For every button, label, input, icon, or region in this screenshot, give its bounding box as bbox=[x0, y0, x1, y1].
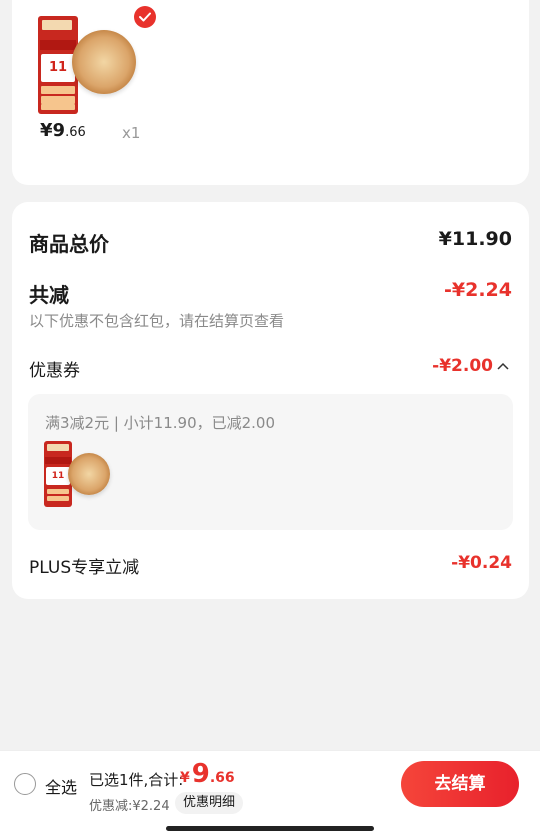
price-summary-card: 商品总价 ¥11.90 共减 -¥2.24 以下优惠不包含红包，请在结算页查看 … bbox=[12, 202, 529, 599]
coupon-product-thumbnail[interactable]: 11 bbox=[44, 441, 112, 509]
selected-count-text: 已选1件,合计: bbox=[89, 771, 184, 789]
discount-amount-text: 优惠减:¥2.24 bbox=[89, 799, 170, 814]
home-indicator bbox=[166, 826, 374, 831]
coupon-label: 优惠券 bbox=[29, 361, 80, 381]
select-all-label[interactable]: 全选 bbox=[45, 774, 77, 798]
product-food-image bbox=[72, 30, 136, 94]
product-thumbnail[interactable]: 11 bbox=[38, 6, 156, 116]
select-all-radio[interactable] bbox=[14, 773, 36, 795]
coupon-value: -¥2.00 bbox=[432, 356, 493, 376]
reduce-label: 共减 bbox=[29, 283, 69, 307]
package-price-text: 11 bbox=[41, 54, 75, 82]
coupon-detail-panel: 满3减2元 | 小计11.90，已减2.00 11 bbox=[28, 394, 513, 530]
package-price-text: 11 bbox=[46, 467, 70, 485]
plus-discount-label: PLUS专享立减 bbox=[29, 558, 140, 578]
checkout-button[interactable]: 去结算 bbox=[401, 761, 519, 807]
product-price: ¥9.66 bbox=[40, 120, 86, 141]
total-label: 商品总价 bbox=[29, 232, 109, 256]
check-icon[interactable] bbox=[134, 6, 156, 28]
total-value: ¥11.90 bbox=[438, 228, 512, 250]
reduce-hint: 以下优惠不包含红包，请在结算页查看 bbox=[29, 312, 285, 330]
product-card: 11 ¥9.66 x1 bbox=[12, 0, 529, 185]
reduce-value: -¥2.24 bbox=[444, 279, 512, 301]
product-food-image bbox=[68, 453, 110, 495]
plus-discount-value: -¥0.24 bbox=[451, 553, 512, 573]
product-quantity: x1 bbox=[122, 124, 141, 142]
total-price: ¥9.66 bbox=[180, 759, 235, 789]
coupon-toggle[interactable]: -¥2.00 bbox=[432, 356, 509, 376]
chevron-up-icon bbox=[497, 359, 509, 374]
coupon-description: 满3减2元 | 小计11.90，已减2.00 bbox=[45, 414, 276, 432]
discount-detail-button[interactable]: 优惠明细 bbox=[175, 792, 244, 814]
